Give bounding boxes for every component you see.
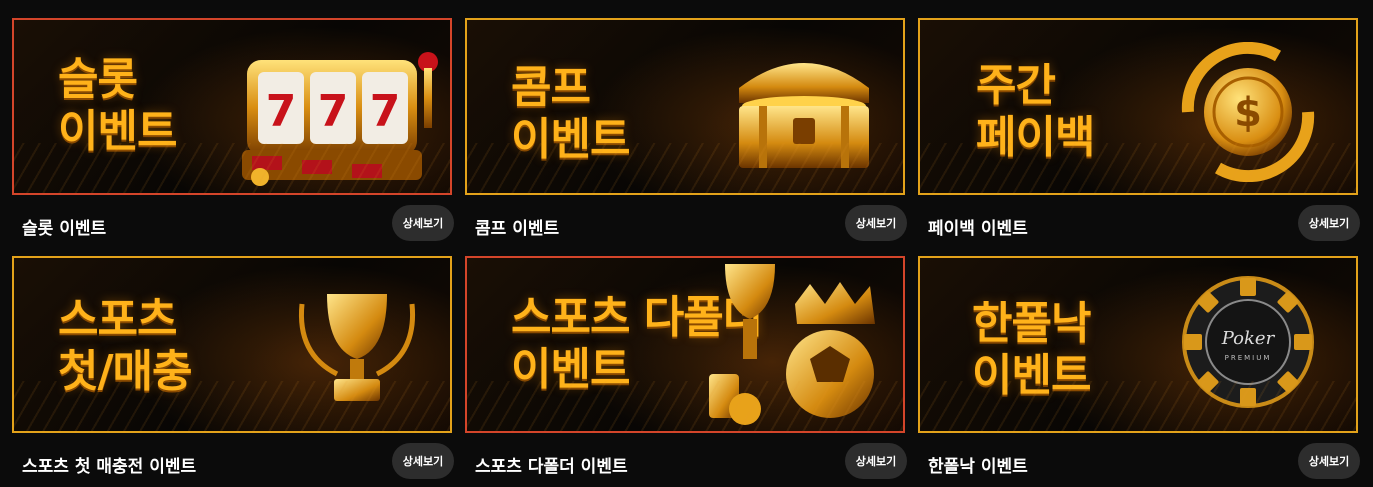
event-banner-sports-first[interactable]: 스포츠 첫/매충 <box>12 256 452 433</box>
slot-machine-icon: 7 7 7 <box>242 52 438 186</box>
event-label: 페이백 이벤트 <box>928 219 1028 239</box>
dollar-coin-icon: $ <box>1181 42 1315 182</box>
svg-text:7: 7 <box>318 86 349 137</box>
event-banner-one-fold[interactable]: 한폴낙 이벤트 Poker PREMIUM <box>918 256 1358 433</box>
event-label: 스포츠 첫 매충전 이벤트 <box>22 457 197 477</box>
event-banner-sports-multi[interactable]: 스포츠 다폴더 이벤트 <box>465 256 905 433</box>
event-banner-payback[interactable]: 주간 페이백 $ <box>918 18 1358 195</box>
svg-text:7: 7 <box>370 86 401 137</box>
banner-title: 주간 페이백 <box>976 60 1095 163</box>
banner-title: 스포츠 첫/매충 <box>58 294 193 397</box>
poker-chip-main-text: Poker <box>1221 328 1276 349</box>
detail-button[interactable]: 상세보기 <box>845 205 907 241</box>
event-grid: 슬롯 이벤트 7 7 7 슬롯 이벤트 상세보기 콤프 이벤트 콤프 이벤트 상… <box>0 0 1373 487</box>
detail-button[interactable]: 상세보기 <box>1298 205 1360 241</box>
poker-chip-sub-text: PREMIUM <box>1225 354 1272 362</box>
sports-ball-icon <box>709 264 875 425</box>
treasure-chest-icon <box>739 63 869 168</box>
event-banner-slot[interactable]: 슬롯 이벤트 7 7 7 <box>12 18 452 195</box>
poker-chip-icon: Poker PREMIUM <box>1182 276 1314 408</box>
banner-title: 한폴낙 이벤트 <box>972 298 1091 401</box>
detail-button[interactable]: 상세보기 <box>392 443 454 479</box>
event-card-comp: 콤프 이벤트 콤프 이벤트 상세보기 <box>465 18 907 248</box>
event-card-sports-multi: 스포츠 다폴더 이벤트 스포츠 다폴더 이벤트 상세보기 <box>465 256 907 486</box>
event-card-slot: 슬롯 이벤트 7 7 7 슬롯 이벤트 상세보기 <box>12 18 454 248</box>
detail-button[interactable]: 상세보기 <box>1298 443 1360 479</box>
svg-text:7: 7 <box>266 86 297 137</box>
detail-button[interactable]: 상세보기 <box>392 205 454 241</box>
event-card-sports-first: 스포츠 첫/매충 스포츠 첫 매충전 이벤트 상세보기 <box>12 256 454 486</box>
svg-text:$: $ <box>1234 90 1262 136</box>
event-card-payback: 주간 페이백 $ 페이백 이벤트 상세보기 <box>918 18 1360 248</box>
banner-title: 슬롯 이벤트 <box>58 54 177 157</box>
event-label: 스포츠 다폴더 이벤트 <box>475 457 628 477</box>
trophy-icon <box>298 294 416 401</box>
event-label: 슬롯 이벤트 <box>22 219 107 239</box>
detail-button[interactable]: 상세보기 <box>845 443 907 479</box>
event-banner-comp[interactable]: 콤프 이벤트 <box>465 18 905 195</box>
event-label: 콤프 이벤트 <box>475 219 560 239</box>
banner-title: 콤프 이벤트 <box>511 62 630 165</box>
event-card-one-fold: 한폴낙 이벤트 Poker PREMIUM 한폴낙 이벤트 상세보기 <box>918 256 1360 486</box>
event-label: 한폴낙 이벤트 <box>928 457 1028 477</box>
